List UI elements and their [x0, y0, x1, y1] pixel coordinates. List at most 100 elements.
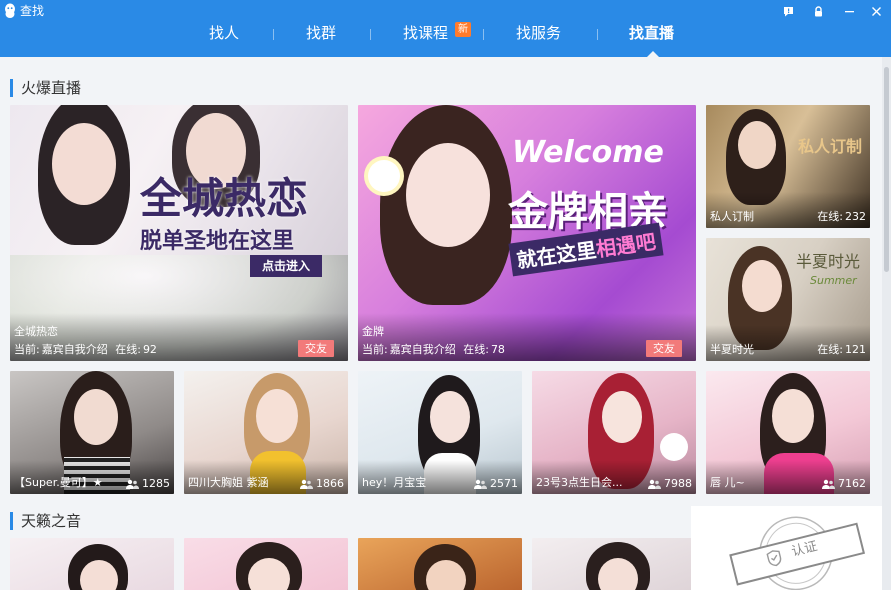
featured-live-card[interactable]: 全城热恋 脱单圣地在这里 点击进入 全城热恋 当前: 嘉宾自我介绍 在线: 92 交…: [10, 105, 348, 361]
viewer-number: 2571: [490, 477, 518, 490]
streamer-name: 四川大胸姐 紫涵: [188, 476, 269, 489]
online-label: 在线:: [463, 343, 489, 356]
viewer-count: 1285: [125, 477, 170, 490]
tab-divider: [273, 29, 274, 40]
section-title-hot-live: 火爆直播: [10, 79, 81, 97]
tab-divider: [483, 29, 484, 40]
category-tag: 交友: [298, 340, 334, 357]
poster-subline: 脱单圣地在这里: [140, 229, 295, 254]
feedback-icon: [783, 6, 793, 16]
streamer-card[interactable]: [532, 538, 696, 590]
scrollbar-thumb[interactable]: [884, 67, 889, 272]
live-status: 当前: 嘉宾自我介绍 在线: 78: [362, 341, 505, 357]
streamer-card[interactable]: 【Super.曼可】★ 1285: [10, 371, 174, 494]
tab-find-groups[interactable]: 找群: [306, 19, 336, 57]
streamer-card[interactable]: [358, 538, 522, 590]
live-name: 半夏时光: [710, 343, 754, 356]
category-tag: 交友: [646, 340, 682, 357]
current-label: 当前:: [14, 343, 40, 356]
online-value: 121: [845, 343, 866, 356]
viewer-number: 1285: [142, 477, 170, 490]
viewers-icon: [648, 479, 661, 489]
poster-subtitle: Summer: [810, 274, 857, 287]
streamer-card[interactable]: [10, 538, 174, 590]
streamer-card[interactable]: 四川大胸姐 紫涵 1866: [184, 371, 348, 494]
live-status: 当前: 嘉宾自我介绍 在线: 92: [14, 341, 157, 357]
flower-decoration: [660, 433, 688, 461]
viewer-number: 1866: [316, 477, 344, 490]
streamer-name: 【Super.曼可】★: [14, 476, 103, 489]
section-title-heavenly-voices: 天籁之音: [10, 512, 81, 530]
viewers-icon: [822, 479, 835, 489]
online-count: 在线: 232: [817, 208, 866, 224]
streamer-card[interactable]: 23号3点生日会... 7988: [532, 371, 696, 494]
current-topic: 嘉宾自我介绍: [41, 343, 108, 356]
portrait-face: [742, 260, 782, 312]
minimize-button[interactable]: [839, 2, 859, 20]
viewer-count: 7162: [821, 477, 866, 490]
flower-decoration: [368, 160, 400, 192]
viewers-icon: [126, 479, 139, 489]
poster-headline: 半夏时光: [796, 252, 861, 271]
streamer-name: 唇 儿~: [710, 476, 745, 489]
active-tab-indicator: [647, 51, 659, 57]
online-count: 在线: 121: [817, 341, 866, 357]
portrait-face: [738, 121, 776, 169]
portrait-face: [602, 391, 642, 443]
online-label: 在线:: [115, 343, 141, 356]
minimize-icon: [844, 10, 854, 12]
online-label: 在线:: [817, 210, 843, 223]
lock-button[interactable]: [808, 2, 828, 20]
streamer-card[interactable]: 唇 儿~ 7162: [706, 371, 870, 494]
close-icon: [871, 6, 881, 16]
live-card[interactable]: 私人订制 私人订制 在线: 232: [706, 105, 870, 228]
portrait-face: [406, 143, 490, 247]
feedback-button[interactable]: [778, 2, 798, 20]
streamer-name: 23号3点生日会...: [536, 476, 623, 489]
portrait-face: [52, 123, 116, 205]
viewers-icon: [474, 479, 487, 489]
featured-live-card[interactable]: Welcome 金牌相亲 就在这里相遇吧 金牌 当前: 嘉宾自我介绍 在线: 78 …: [358, 105, 696, 361]
online-count: 78: [490, 343, 505, 356]
poster-subline-highlight: 相遇吧: [594, 229, 658, 262]
viewer-count: 7988: [647, 477, 692, 490]
title-bar: 查找 找人 找群 找课程 新 找服务 找直播: [0, 0, 891, 57]
portrait-face: [74, 389, 118, 445]
live-name: 全城热恋: [14, 325, 58, 338]
tab-find-courses[interactable]: 找课程: [403, 19, 448, 57]
online-value: 232: [845, 210, 866, 223]
streamer-card[interactable]: hey！月宝宝 2571: [358, 371, 522, 494]
close-button[interactable]: [866, 2, 886, 20]
new-badge: 新: [455, 22, 471, 37]
online-count: 92: [142, 343, 157, 356]
viewers-icon: [300, 479, 313, 489]
streamer-card[interactable]: [184, 538, 348, 590]
live-name: 金牌: [362, 325, 384, 338]
current-topic: 嘉宾自我介绍: [389, 343, 456, 356]
poster-enter-button: 点击进入: [250, 255, 322, 277]
vertical-scrollbar[interactable]: [882, 57, 891, 590]
live-card[interactable]: 半夏时光 Summer 半夏时光 在线: 121: [706, 238, 870, 361]
portrait-face: [772, 389, 814, 443]
viewer-number: 7162: [838, 477, 866, 490]
viewer-count: 1866: [299, 477, 344, 490]
tab-find-services[interactable]: 找服务: [516, 19, 561, 57]
poster-headline: 私人订制: [798, 137, 863, 156]
window-title: 查找: [20, 4, 45, 18]
viewer-number: 7988: [664, 477, 692, 490]
online-label: 在线:: [817, 343, 843, 356]
portrait-face: [430, 391, 470, 443]
live-name: 私人订制: [710, 210, 754, 223]
tab-divider: [370, 29, 371, 40]
tab-find-people[interactable]: 找人: [209, 19, 239, 57]
lock-icon: [814, 5, 822, 16]
viewer-count: 2571: [473, 477, 518, 490]
live-search-window: 查找 找人 找群 找课程 新 找服务 找直播 火爆直播 全城热恋 脱单圣地在这里…: [0, 0, 891, 590]
portrait-face: [256, 389, 298, 443]
streamer-name: hey！月宝宝: [362, 476, 427, 489]
main-tabs: 找人 找群 找课程 新 找服务 找直播: [0, 19, 891, 57]
verification-stamp-panel: 认证: [691, 506, 891, 590]
tab-divider: [597, 29, 598, 40]
poster-headline: 全城热恋: [140, 174, 309, 223]
current-label: 当前:: [362, 343, 388, 356]
